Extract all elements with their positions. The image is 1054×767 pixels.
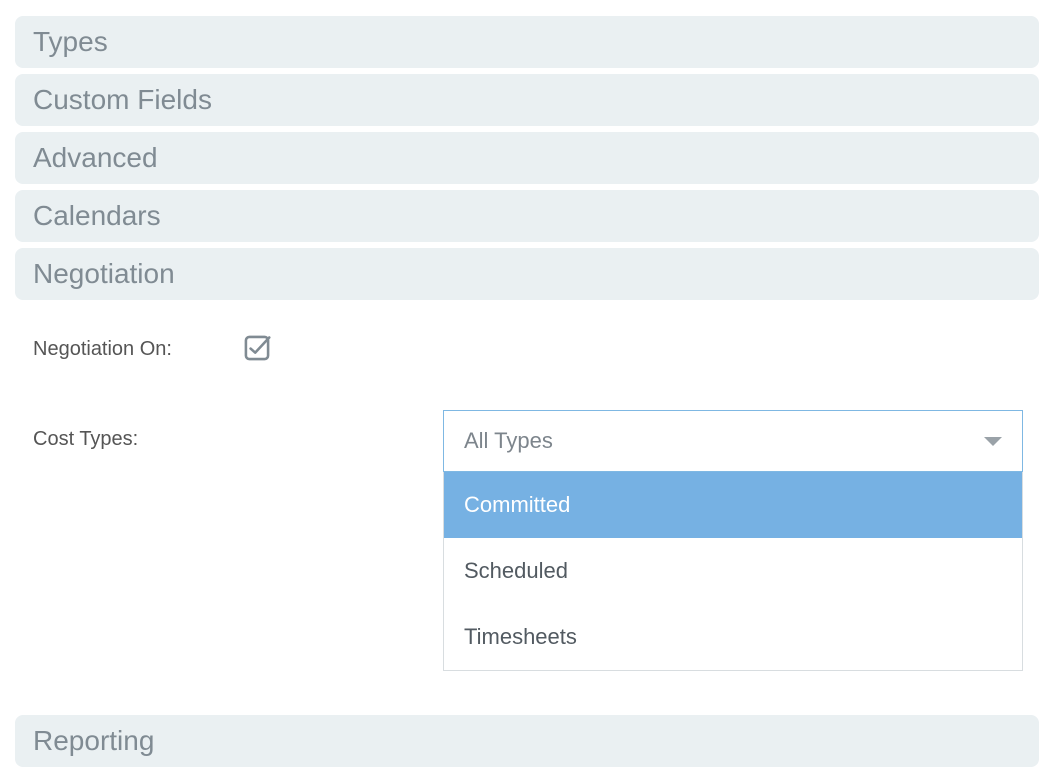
reporting-row: Reporting (15, 715, 1039, 767)
chevron-down-icon (984, 437, 1002, 446)
section-types-label: Types (33, 26, 108, 57)
section-advanced-label: Advanced (33, 142, 158, 173)
negotiation-on-row: Negotiation On: (33, 334, 1031, 364)
checkbox-checked-icon (243, 334, 271, 362)
negotiation-on-checkbox[interactable] (243, 334, 273, 364)
section-advanced[interactable]: Advanced (15, 132, 1039, 184)
section-negotiation[interactable]: Negotiation (15, 248, 1039, 300)
section-calendars[interactable]: Calendars (15, 190, 1039, 242)
cost-types-row: Cost Types: All Types Committed Schedule… (33, 410, 1031, 671)
option-label: Committed (464, 492, 570, 518)
cost-types-trigger[interactable]: All Types (443, 410, 1023, 472)
option-label: Scheduled (464, 558, 568, 584)
section-custom-fields-label: Custom Fields (33, 84, 212, 115)
section-custom-fields[interactable]: Custom Fields (15, 74, 1039, 126)
section-types[interactable]: Types (15, 16, 1039, 68)
section-reporting-label: Reporting (33, 725, 154, 756)
cost-types-selected-value: All Types (464, 428, 553, 454)
cost-types-option-scheduled[interactable]: Scheduled (444, 538, 1022, 604)
cost-types-option-committed[interactable]: Committed (444, 472, 1022, 538)
section-calendars-label: Calendars (33, 200, 161, 231)
negotiation-on-label: Negotiation On: (33, 338, 243, 361)
cost-types-listbox: Committed Scheduled Timesheets (443, 472, 1023, 671)
cost-types-dropdown: All Types Committed Scheduled Timesheets (443, 410, 1023, 671)
negotiation-content: Negotiation On: Cost Types: All Types Co… (15, 306, 1039, 695)
cost-types-option-timesheets[interactable]: Timesheets (444, 604, 1022, 670)
section-negotiation-label: Negotiation (33, 258, 175, 289)
cost-types-label: Cost Types: (33, 410, 243, 451)
settings-panel: Types Custom Fields Advanced Calendars N… (0, 0, 1054, 767)
section-reporting[interactable]: Reporting (15, 715, 1039, 767)
option-label: Timesheets (464, 624, 577, 650)
